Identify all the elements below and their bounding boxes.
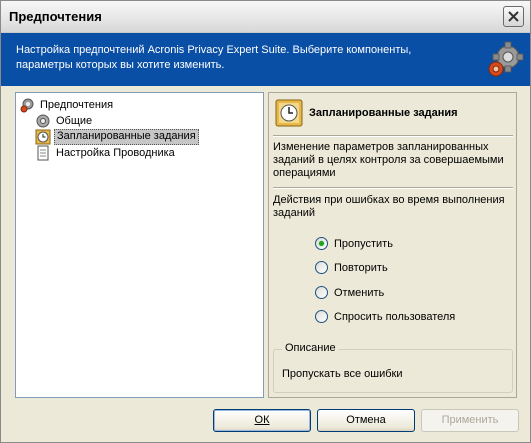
separator (273, 187, 513, 189)
gears-icon (20, 98, 34, 113)
ok-button[interactable]: ОК (213, 409, 311, 432)
gears-icon (488, 41, 524, 77)
error-actions-label: Действия при ошибках во время выполнения… (273, 194, 505, 219)
title-bar[interactable]: Предпочтения (1, 1, 530, 33)
panel-description: Изменение параметров запланированных зад… (273, 141, 504, 179)
banner-text: Настройка предпочтений Acronis Privacy E… (16, 44, 412, 71)
groupbox-text: Пропускать все ошибки (282, 368, 403, 380)
apply-button-label: Применить (441, 414, 499, 426)
close-icon (508, 11, 519, 22)
cancel-button-label: Отмена (346, 414, 386, 426)
details-panel: Запланированные задания Изменение параме… (268, 92, 517, 398)
separator (273, 135, 513, 137)
radio-label: Повторить (334, 262, 388, 274)
panel-title: Запланированные задания (309, 107, 458, 119)
close-button[interactable] (503, 6, 524, 27)
ok-button-label: ОК (254, 414, 270, 426)
tree-item-label: Предпочтения (40, 99, 114, 111)
radio-circle[interactable] (315, 261, 328, 274)
header-banner: Настройка предпочтений Acronis Privacy E… (1, 33, 530, 86)
cancel-button[interactable]: Отмена (317, 409, 415, 432)
radio-dot (319, 241, 324, 246)
tree-item-label: Общие (56, 115, 93, 127)
radio-circle[interactable] (315, 286, 328, 299)
radio-label: Отменить (334, 287, 385, 299)
apply-button[interactable]: Применить (421, 409, 519, 432)
radio-label: Спросить пользователя (334, 311, 456, 323)
description-groupbox: Описание Пропускать все ошибки (273, 342, 513, 393)
preferences-tree[interactable]: Предпочтения Общие Запланированные задан… (15, 92, 264, 398)
clock-icon (275, 99, 303, 127)
tree-item-label: Настройка Проводника (56, 147, 175, 159)
clock-icon (35, 129, 51, 145)
radio-label: Пропустить (334, 238, 393, 250)
groupbox-title: Описание (282, 342, 339, 354)
window-title: Предпочтения (9, 9, 102, 24)
tree-item-label: Запланированные задания (54, 129, 199, 145)
document-icon (37, 145, 49, 161)
gear-icon (36, 114, 50, 128)
radio-circle[interactable] (315, 237, 328, 250)
radio-circle[interactable] (315, 310, 328, 323)
preferences-dialog: Предпочтения Настройка предпочтений Acro… (0, 0, 531, 443)
